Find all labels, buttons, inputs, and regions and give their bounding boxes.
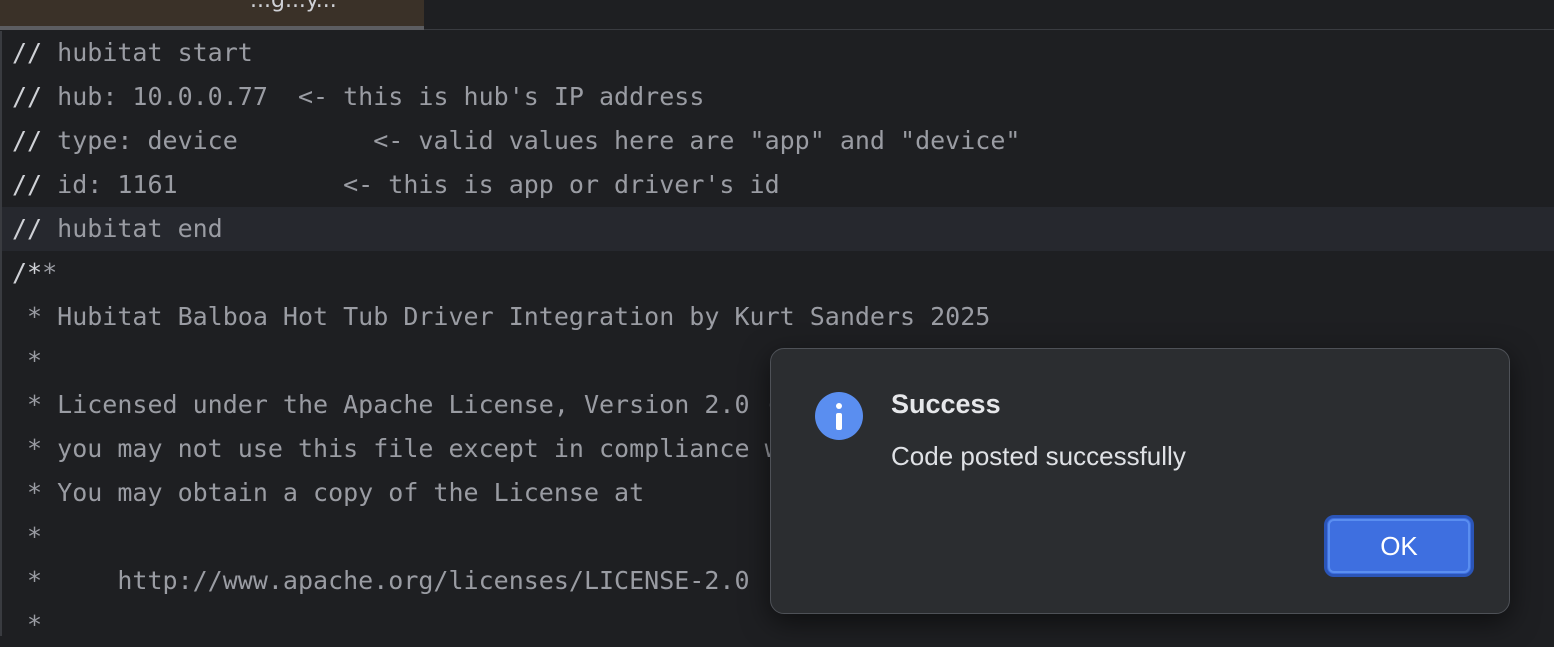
comment-marker: // <box>12 170 43 199</box>
comment-marker: // <box>12 82 43 111</box>
code-text: id: 1161 <- this is app or driver's id <box>42 170 780 199</box>
code-text: * <box>42 258 58 287</box>
active-editor-tab[interactable]: ...g...y... <box>0 0 424 30</box>
code-text: type: device <- valid values here are "a… <box>42 126 1021 155</box>
code-text: * <box>12 610 43 639</box>
code-text: * Hubitat Balboa Hot Tub Driver Integrat… <box>12 302 991 331</box>
tab-label: ...g...y... <box>250 0 337 13</box>
code-text: * <box>12 522 43 551</box>
dialog-title: Success <box>891 389 1001 419</box>
code-line: * Hubitat Balboa Hot Tub Driver Integrat… <box>2 295 1554 339</box>
comment-marker: // <box>12 38 43 67</box>
comment-marker: // <box>12 214 43 243</box>
code-text: hub: 10.0.0.77 <- this is hub's IP addre… <box>42 82 705 111</box>
code-line: // hubitat start <box>2 31 1554 75</box>
dialog-message: Code posted successfully <box>891 441 1186 471</box>
code-line: /** <box>2 251 1554 295</box>
code-text: hubitat end <box>42 214 223 243</box>
code-text: * You may obtain a copy of the License a… <box>12 478 645 507</box>
code-text: * <box>12 346 43 375</box>
code-line: // type: device <- valid values here are… <box>2 119 1554 163</box>
code-text: * http://www.apache.org/licenses/LICENSE… <box>12 566 750 595</box>
current-code-line: // hubitat end <box>2 207 1554 251</box>
code-line: // hub: 10.0.0.77 <- this is hub's IP ad… <box>2 75 1554 119</box>
comment-marker: // <box>12 126 43 155</box>
code-line: // id: 1161 <- this is app or driver's i… <box>2 163 1554 207</box>
info-icon-bar <box>836 413 842 430</box>
editor-tab-bar: ...g...y... <box>0 0 1554 30</box>
code-text: hubitat start <box>42 38 253 67</box>
info-icon <box>815 392 863 440</box>
comment-marker: /* <box>12 258 43 287</box>
info-icon-dot <box>836 403 842 409</box>
ok-button[interactable]: OK <box>1324 515 1474 577</box>
success-dialog: Success Code posted successfully OK <box>770 348 1510 614</box>
